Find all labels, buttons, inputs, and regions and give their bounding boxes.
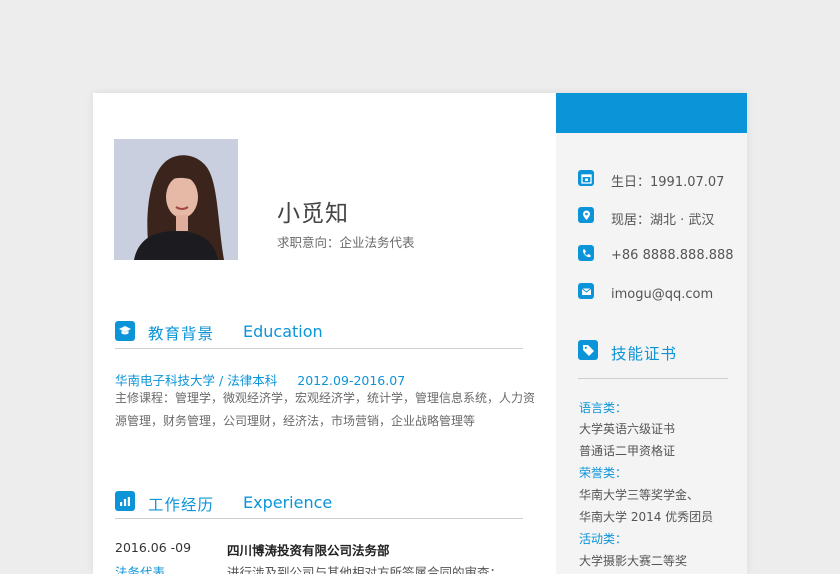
work-role: 法务代表 [115,565,166,574]
phone-icon [578,245,594,261]
email-icon [578,283,594,299]
education-title-en: Education [243,322,323,341]
sidebar-header-band [556,93,747,133]
divider [115,348,523,349]
divider [578,378,728,379]
language-item: 大学英语六级证书 [579,422,676,436]
job-intent: 求职意向：企业法务代表 [277,235,415,250]
work-date: 2016.06 -09 [115,540,192,555]
calendar-icon [578,170,594,186]
experience-title: 工作经历 [148,496,215,514]
resume-page: 小觅知 求职意向：企业法务代表 教育背景 Education 华南电子科技大学 /… [93,93,747,574]
work-company: 四川博涛投资有限公司法务部 [227,543,390,558]
education-title: 教育背景 [148,325,215,343]
email: imogu@qq.com [611,287,714,302]
divider [115,518,523,519]
phone: +86 8888.888.888 [611,248,734,263]
separator: / [219,373,224,388]
portrait-image [114,139,238,260]
degree: 法律本科 [227,373,278,388]
birthday: 生日：1991.07.07 [611,175,725,190]
sidebar: 生日：1991.07.07 现居：湖北 · 武汉 +86 8888.888.88… [556,93,747,574]
courses-line: 源管理，财务管理，公司理财，经济法，市场营销，企业战略管理等 [115,414,476,428]
courses-line: 主修课程：管理学，微观经济学，宏观经济学，统计学，管理信息系统，人力资 [115,391,536,405]
honor-item: 华南大学 2014 优秀团员 [579,510,714,524]
language-category: 语言类： [579,401,628,415]
work-description: 进行涉及到公司与其他相对方所签属合同的审查； [227,565,503,574]
graduation-cap-icon [115,321,135,341]
activity-item: 大学摄影大赛二等奖 [579,554,688,568]
language-item: 普通话二甲资格证 [579,444,676,458]
experience-title-en: Experience [243,493,333,512]
skills-title: 技能证书 [611,345,678,363]
honor-category: 荣誉类： [579,466,628,480]
tag-icon [578,340,598,360]
location: 现居：湖北 · 武汉 [611,213,715,228]
honor-item: 华南大学三等奖学金、 [579,488,700,502]
education-dates: 2012.09-2016.07 [297,373,406,388]
school-name: 华南电子科技大学 [115,373,216,388]
location-icon [578,207,594,223]
activity-category: 活动类： [579,532,628,546]
bar-chart-icon [115,491,135,511]
profile-photo [114,139,238,260]
candidate-name: 小觅知 [277,201,349,227]
